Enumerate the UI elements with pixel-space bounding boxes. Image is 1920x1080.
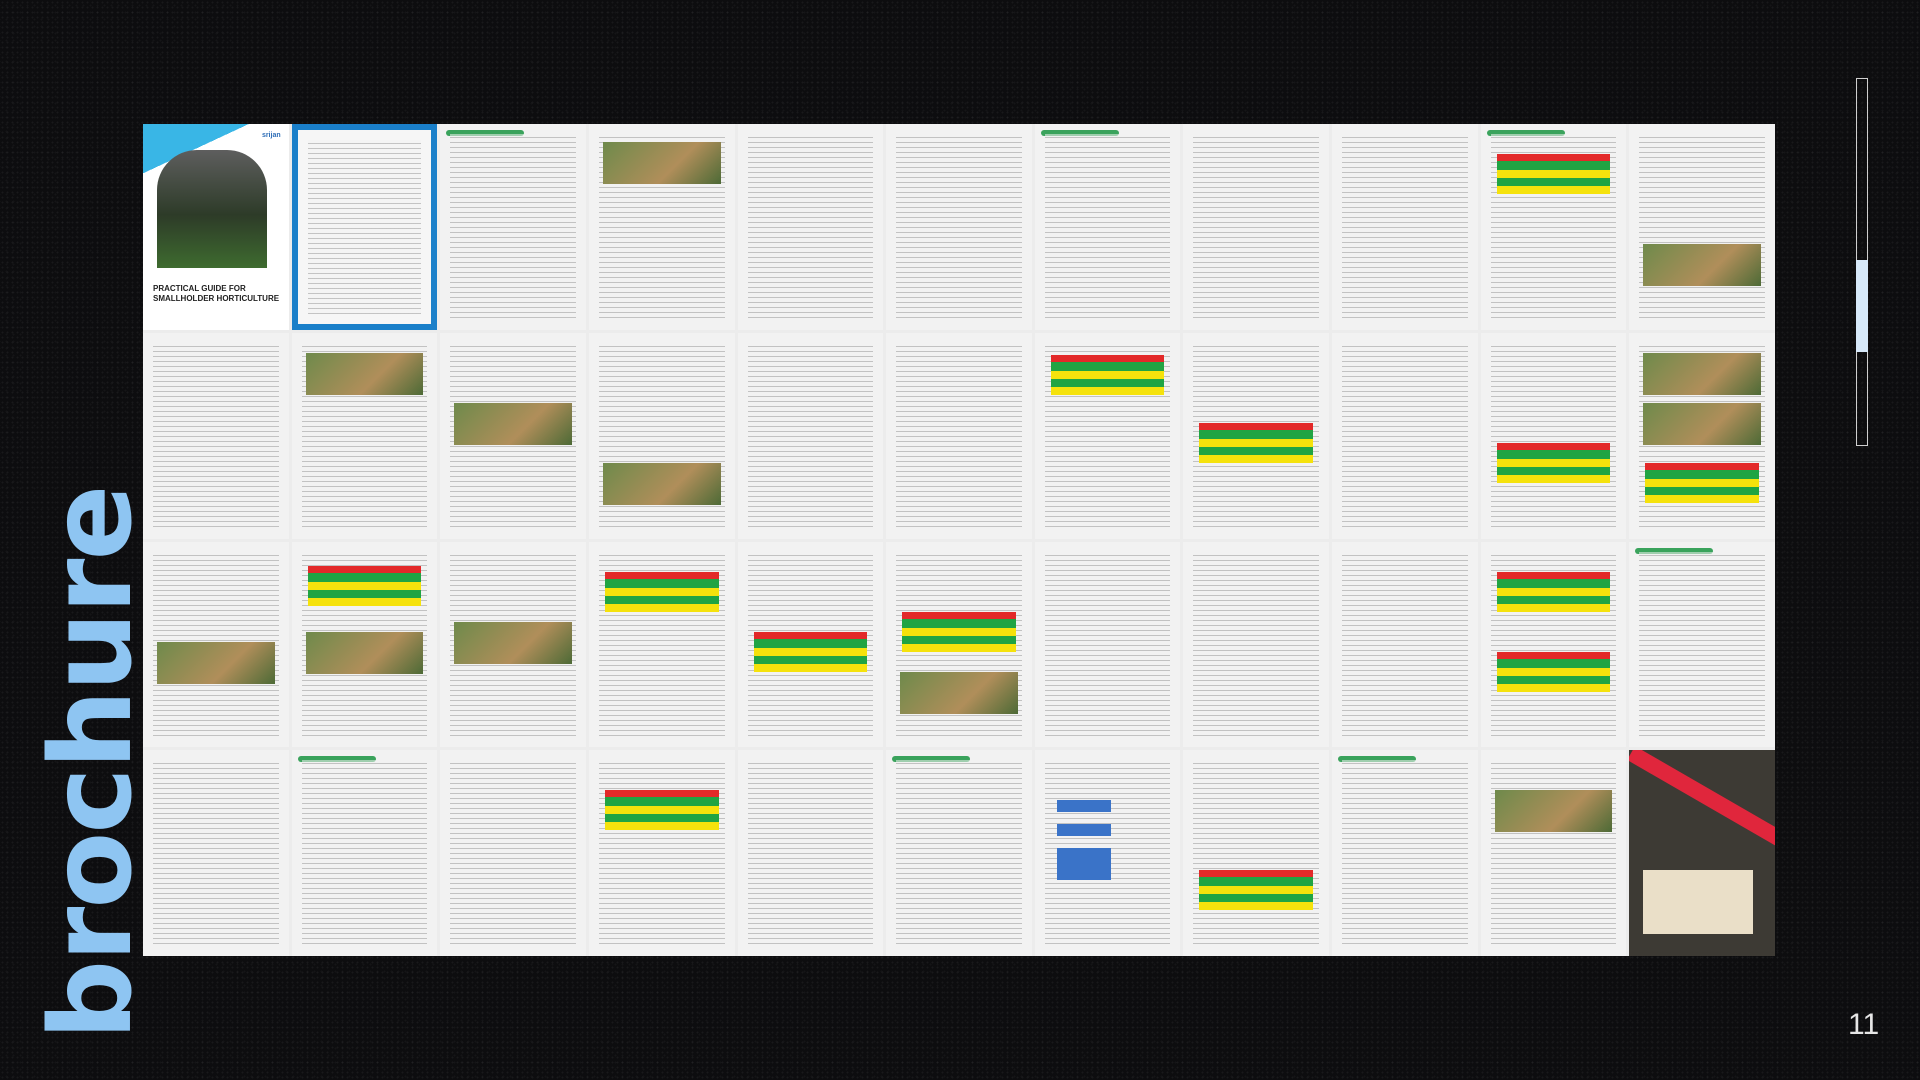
brochure-page <box>1183 124 1330 330</box>
brochure-page <box>1034 541 1181 748</box>
brochure-page <box>440 541 586 748</box>
brochure-page <box>291 541 438 748</box>
brochure-page <box>1034 124 1181 330</box>
brochure-page <box>1629 332 1775 539</box>
slide-page-number: 11 <box>1848 1008 1880 1041</box>
brochure-page <box>440 124 586 330</box>
cover-title: PRACTICAL GUIDE FOR SMALLHOLDER HORTICUL… <box>153 284 280 303</box>
brochure-page <box>1183 541 1330 748</box>
slide-vertical-title: brochure <box>27 486 157 1040</box>
brochure-page <box>440 332 586 539</box>
brochure-spread: srijan PRACTICAL GUIDE FOR SMALLHOLDER H… <box>143 124 1775 956</box>
brochure-cover-page: srijan PRACTICAL GUIDE FOR SMALLHOLDER H… <box>143 124 289 330</box>
scrollbar-thumb[interactable] <box>1856 260 1868 352</box>
brochure-page <box>588 124 735 330</box>
brochure-page <box>1480 750 1627 956</box>
brochure-page <box>1480 541 1627 748</box>
brochure-page <box>1183 332 1330 539</box>
brochure-page <box>886 750 1032 956</box>
brochure-page <box>737 541 884 748</box>
brochure-page <box>291 332 438 539</box>
brochure-page <box>1480 124 1627 330</box>
brochure-page <box>1034 332 1181 539</box>
brochure-page <box>1034 750 1181 956</box>
brochure-page <box>1332 124 1478 330</box>
brochure-page <box>737 332 884 539</box>
brochure-page <box>886 541 1032 748</box>
brochure-page <box>588 541 735 748</box>
brochure-page <box>1183 750 1330 956</box>
brochure-back-cover-page <box>1629 750 1775 956</box>
brochure-page <box>1332 541 1478 748</box>
brochure-page <box>737 750 884 956</box>
brochure-page <box>1332 332 1478 539</box>
brochure-page <box>291 750 438 956</box>
brochure-page <box>440 750 586 956</box>
brochure-page <box>1629 124 1775 330</box>
cover-logo: srijan <box>261 132 281 139</box>
brochure-page <box>143 332 289 539</box>
brochure-page <box>1332 750 1478 956</box>
brochure-page <box>143 541 289 748</box>
brochure-page <box>143 750 289 956</box>
brochure-page <box>588 750 735 956</box>
brochure-page <box>588 332 735 539</box>
brochure-toc-page <box>291 124 438 330</box>
brochure-page <box>1629 541 1775 748</box>
brochure-page <box>886 332 1032 539</box>
brochure-page <box>1480 332 1627 539</box>
brochure-page <box>737 124 884 330</box>
brochure-page <box>886 124 1032 330</box>
